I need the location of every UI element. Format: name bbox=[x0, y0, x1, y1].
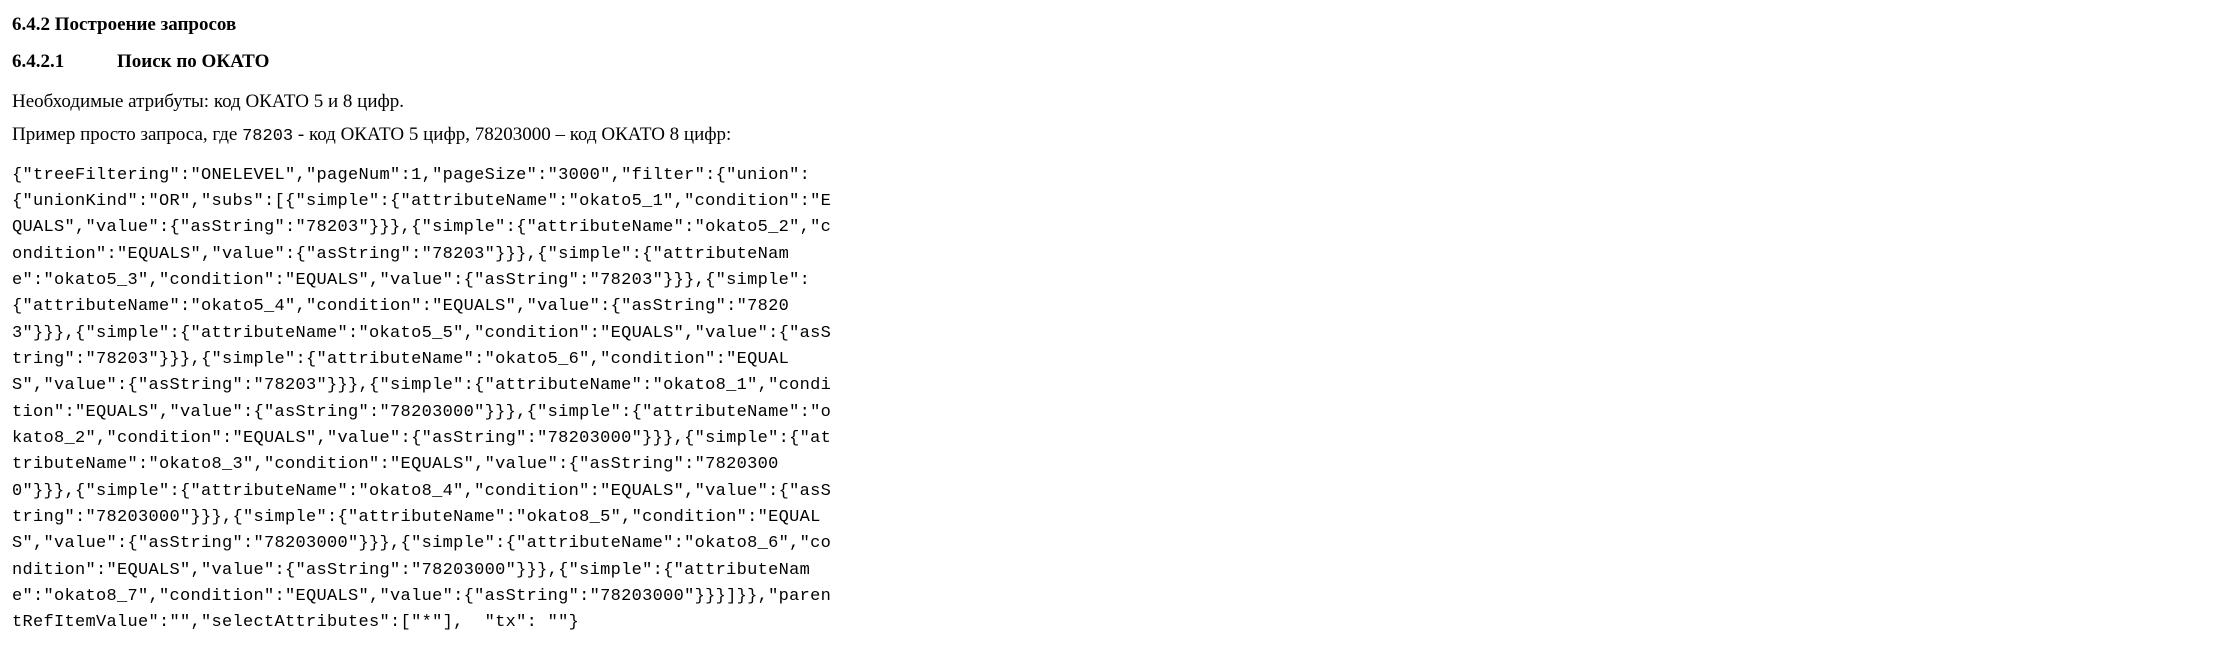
subsection-heading: 6.4.2.1 Поиск по ОКАТО bbox=[12, 49, 2211, 76]
example-code-inline: 78203 bbox=[242, 127, 293, 146]
json-code-block: {"treeFiltering":"ONELEVEL","pageNum":1,… bbox=[12, 163, 832, 637]
required-attributes-text: Необходимые атрибуты: код ОКАТО 5 и 8 ци… bbox=[12, 89, 2211, 116]
subsection-number: 6.4.2.1 bbox=[12, 49, 64, 76]
subsection-title: Поиск по ОКАТО bbox=[117, 51, 269, 72]
example-intro-text: Пример просто запроса, где 78203 - код О… bbox=[12, 122, 2211, 149]
section-title: Построение запросов bbox=[55, 14, 236, 35]
example-intro-prefix: Пример просто запроса, где bbox=[12, 124, 242, 145]
example-intro-suffix: - код ОКАТО 5 цифр, 78203000 – код ОКАТО… bbox=[293, 124, 731, 145]
section-number: 6.4.2 bbox=[12, 14, 50, 35]
section-heading: 6.4.2 Построение запросов bbox=[12, 12, 2211, 39]
